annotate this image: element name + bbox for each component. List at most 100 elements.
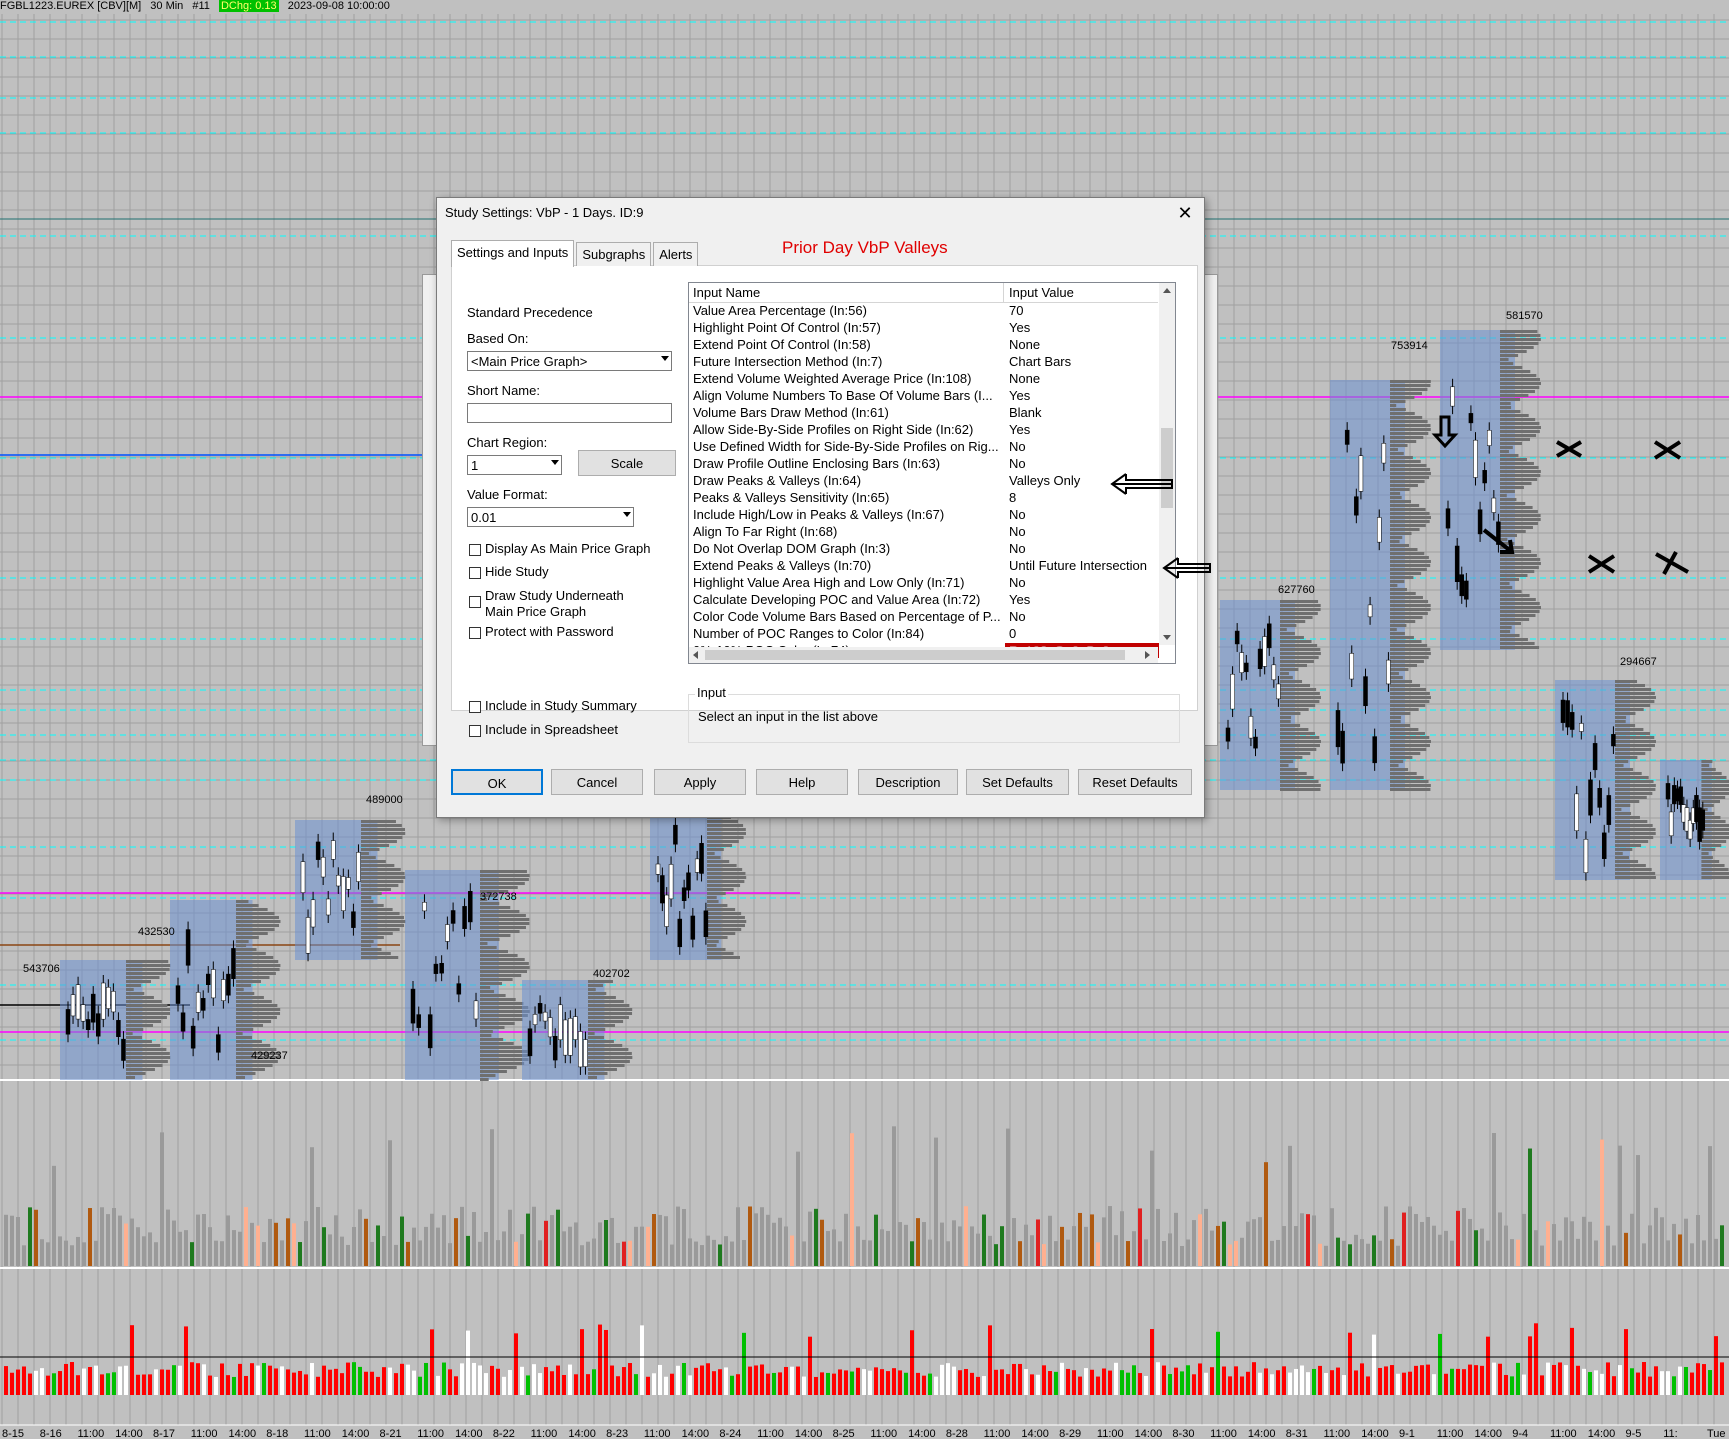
protect-checkbox[interactable] [469, 627, 481, 639]
input-value[interactable]: Until Future Intersection [1005, 558, 1159, 573]
horizontal-scrollbar[interactable] [689, 647, 1158, 663]
input-value[interactable]: Yes [1005, 320, 1159, 335]
input-value[interactable]: Chart Bars [1005, 354, 1159, 369]
vertical-scrollbar[interactable] [1159, 283, 1175, 645]
reset-defaults-button[interactable]: Reset Defaults [1078, 769, 1192, 795]
spreadsheet-checkbox[interactable] [469, 725, 481, 737]
input-value[interactable]: No [1005, 524, 1159, 539]
list-item[interactable]: Align Volume Numbers To Base Of Volume B… [689, 388, 1158, 405]
list-item[interactable]: Value Area Percentage (In:56) 70 [689, 303, 1158, 320]
candle-body [1367, 604, 1373, 618]
input-value[interactable]: No [1005, 507, 1159, 522]
profile-bar [707, 952, 734, 955]
volume-bar [1414, 1214, 1418, 1266]
list-item[interactable]: Number of POC Ranges to Color (In:84) 0 [689, 626, 1158, 643]
profile-bar [1500, 410, 1521, 413]
set-defaults-button[interactable]: Set Defaults [966, 769, 1069, 795]
input-value[interactable]: No [1005, 575, 1159, 590]
candle-body [305, 917, 311, 954]
profile-bar [126, 1016, 167, 1019]
list-item[interactable]: Extend Peaks & Valleys (In:70) Until Futu… [689, 558, 1158, 575]
draw-underneath-label-2: Main Price Graph [485, 604, 587, 619]
volume-label: 432530 [138, 926, 175, 938]
list-item[interactable]: Extend Volume Weighted Average Price (In… [689, 371, 1158, 388]
scale-button[interactable]: Scale [578, 450, 676, 476]
ok-button[interactable]: OK [451, 769, 543, 795]
delta-bar [1546, 1362, 1550, 1395]
hscroll-thumb[interactable] [705, 650, 1125, 660]
volume-bar [388, 1140, 392, 1266]
scroll-down-icon[interactable] [1163, 635, 1171, 640]
volume-bar [1324, 1245, 1328, 1266]
header-separator[interactable] [1003, 283, 1004, 302]
list-item[interactable]: Volume Bars Draw Method (In:61) Blank [689, 405, 1158, 422]
profile-bar [1615, 876, 1656, 879]
input-value[interactable]: No [1005, 609, 1159, 624]
profile-bar [361, 868, 401, 871]
close-icon[interactable]: ✕ [1172, 200, 1198, 226]
list-item[interactable]: Draw Profile Outline Enclosing Bars (In:… [689, 456, 1158, 473]
input-value[interactable]: 70 [1005, 303, 1159, 318]
based-on-select[interactable]: <Main Price Graph> [467, 351, 672, 371]
tab-alerts[interactable]: Alerts [653, 242, 699, 266]
profile-bar [1500, 394, 1529, 397]
header-input-name[interactable]: Input Name [693, 285, 760, 300]
delta-bar [34, 1370, 38, 1395]
candle-body [180, 1012, 186, 1032]
inputs-grid[interactable]: Input Name Input Value Value Area Percen… [688, 282, 1176, 664]
short-name-input[interactable] [467, 403, 672, 423]
list-item[interactable]: Draw Peaks & Valleys (In:64) Valleys Only [689, 473, 1158, 490]
list-item[interactable]: Highlight Value Area High and Low Only (… [689, 575, 1158, 592]
scroll-right-icon[interactable] [1145, 651, 1150, 659]
input-value[interactable]: No [1005, 541, 1159, 556]
apply-button[interactable]: Apply [654, 769, 746, 795]
input-value[interactable]: 8 [1005, 490, 1159, 505]
list-item[interactable]: Allow Side-By-Side Profiles on Right Sid… [689, 422, 1158, 439]
help-button[interactable]: Help [756, 769, 848, 795]
input-value[interactable]: Valleys Only [1005, 473, 1159, 488]
study-summary-checkbox[interactable] [469, 701, 481, 713]
list-item[interactable]: Highlight Point Of Control (In:57) Yes [689, 320, 1158, 337]
time-axis-label: 14:00 [908, 1428, 936, 1439]
volume-bar [1066, 1239, 1070, 1266]
input-value[interactable]: 0 [1005, 626, 1159, 641]
list-item[interactable]: Future Intersection Method (In:7) Chart B… [689, 354, 1158, 371]
list-item[interactable]: Color Code Volume Bars Based on Percenta… [689, 609, 1158, 626]
list-item[interactable]: Use Defined Width for Side-By-Side Profi… [689, 439, 1158, 456]
profile-bar [1280, 696, 1321, 699]
list-item[interactable]: Align To Far Right (In:68) No [689, 524, 1158, 541]
tab-settings-and-inputs[interactable]: Settings and Inputs [451, 240, 575, 267]
hide-study-checkbox[interactable] [469, 567, 481, 579]
header-input-value[interactable]: Input Value [1009, 285, 1074, 300]
time-axis: 8-15 8-16 11:00 14:00 8-17 11:00 14:00 8-18 11:0… [2, 1428, 1726, 1439]
tab-subgraphs[interactable]: Subgraphs [576, 242, 652, 266]
scroll-up-icon[interactable] [1163, 288, 1171, 293]
value-format-select[interactable]: 0.01 [467, 507, 634, 527]
profile-bar [236, 904, 259, 907]
draw-underneath-checkbox[interactable] [469, 596, 481, 608]
scroll-left-icon[interactable] [693, 651, 698, 659]
list-item[interactable]: Do Not Overlap DOM Graph (In:3) No [689, 541, 1158, 558]
profile-bar [1615, 724, 1636, 727]
cancel-button[interactable]: Cancel [551, 769, 643, 795]
description-button[interactable]: Description [858, 769, 958, 795]
list-item[interactable]: Extend Point Of Control (In:58) None [689, 337, 1158, 354]
input-value[interactable]: Yes [1005, 592, 1159, 607]
chart-region-select[interactable]: 1 [467, 455, 562, 475]
input-value[interactable]: None [1005, 337, 1159, 352]
input-value[interactable]: No [1005, 456, 1159, 471]
input-value[interactable]: No [1005, 439, 1159, 454]
input-value[interactable]: Blank [1005, 405, 1159, 420]
input-value[interactable]: Yes [1005, 422, 1159, 437]
list-item[interactable]: Peaks & Valleys Sensitivity (In:65) 8 [689, 490, 1158, 507]
profile-bar [480, 930, 520, 933]
profile-bar [236, 916, 279, 919]
input-value[interactable]: None [1005, 371, 1159, 386]
list-item[interactable]: Include High/Low in Peaks & Valleys (In:… [689, 507, 1158, 524]
profile-bar [361, 864, 395, 867]
input-value[interactable]: Yes [1005, 388, 1159, 403]
scroll-thumb[interactable] [1161, 428, 1173, 508]
profile-bar [236, 972, 276, 975]
list-item[interactable]: Calculate Developing POC and Value Area … [689, 592, 1158, 609]
display-main-checkbox[interactable] [469, 544, 481, 556]
